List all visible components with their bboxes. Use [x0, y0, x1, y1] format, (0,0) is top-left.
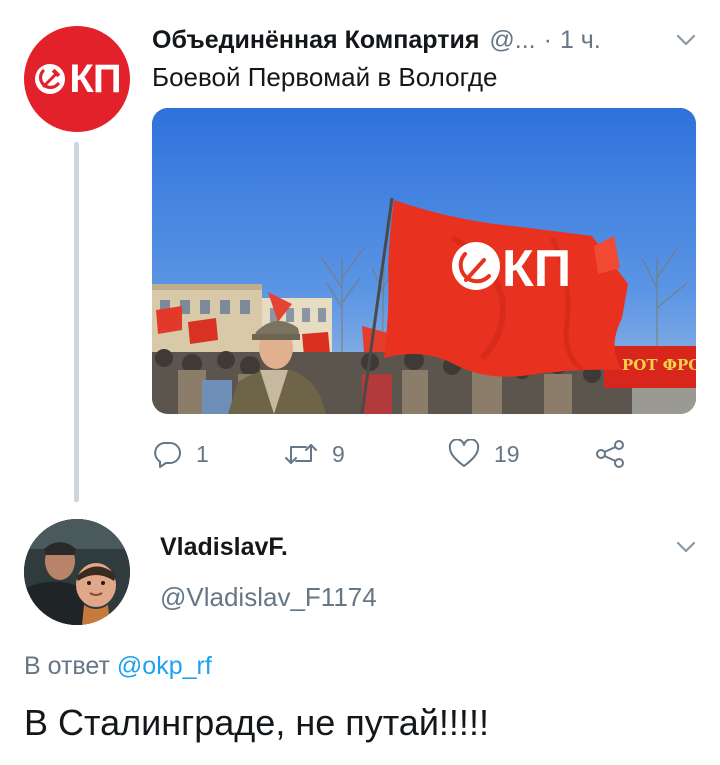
chevron-down-icon[interactable]	[674, 28, 698, 52]
share-icon	[596, 440, 624, 468]
retweet-count: 9	[332, 440, 345, 467]
reply-prefix: В ответ	[24, 652, 110, 680]
user-avatar[interactable]	[24, 519, 130, 625]
like-button[interactable]: 19	[448, 434, 520, 474]
okp-logo-text: КП	[69, 56, 121, 101]
reply-icon	[154, 442, 181, 468]
tweet-text: Боевой Первомай в Вологде	[152, 62, 498, 92]
reply-context: В ответ @okp_rf	[24, 652, 212, 681]
banner-text: РОТ ФРОНТ	[622, 356, 696, 374]
okp-avatar[interactable]: КП	[24, 26, 130, 132]
tweet-photo[interactable]: РОТ ФРОНТ КП	[152, 108, 696, 414]
thread-line	[74, 142, 79, 502]
retweet-button[interactable]: 9	[284, 434, 345, 474]
heart-icon	[448, 439, 480, 467]
reply-count: 1	[196, 440, 209, 467]
share-button[interactable]	[594, 434, 626, 474]
reply-button[interactable]: 1	[152, 434, 209, 474]
like-count: 19	[494, 440, 520, 467]
tweet-header: Объединённая Компартия @... · 1 ч.	[152, 22, 702, 58]
separator-dot: ·	[543, 25, 552, 54]
reply-tweet-text: В Сталинграде, не путай!!!!!	[24, 702, 489, 743]
reply-author-name[interactable]: VladislavF.	[160, 533, 288, 562]
retweet-icon	[285, 444, 317, 464]
tweet-timestamp[interactable]: 1 ч.	[560, 26, 601, 55]
tweet-actions: 1 9 19	[152, 434, 652, 474]
author-handle[interactable]: @...	[489, 26, 535, 55]
hammer-sickle-icon	[35, 64, 66, 94]
chevron-down-icon[interactable]	[674, 535, 698, 559]
reply-author-handle[interactable]: @Vladislav_F1174	[160, 582, 377, 613]
okp-logo-icon: КП	[33, 56, 122, 102]
flag-text: КП	[502, 240, 571, 298]
author-name[interactable]: Объединённая Компартия	[152, 26, 479, 55]
reply-mention-link[interactable]: @okp_rf	[117, 652, 212, 680]
